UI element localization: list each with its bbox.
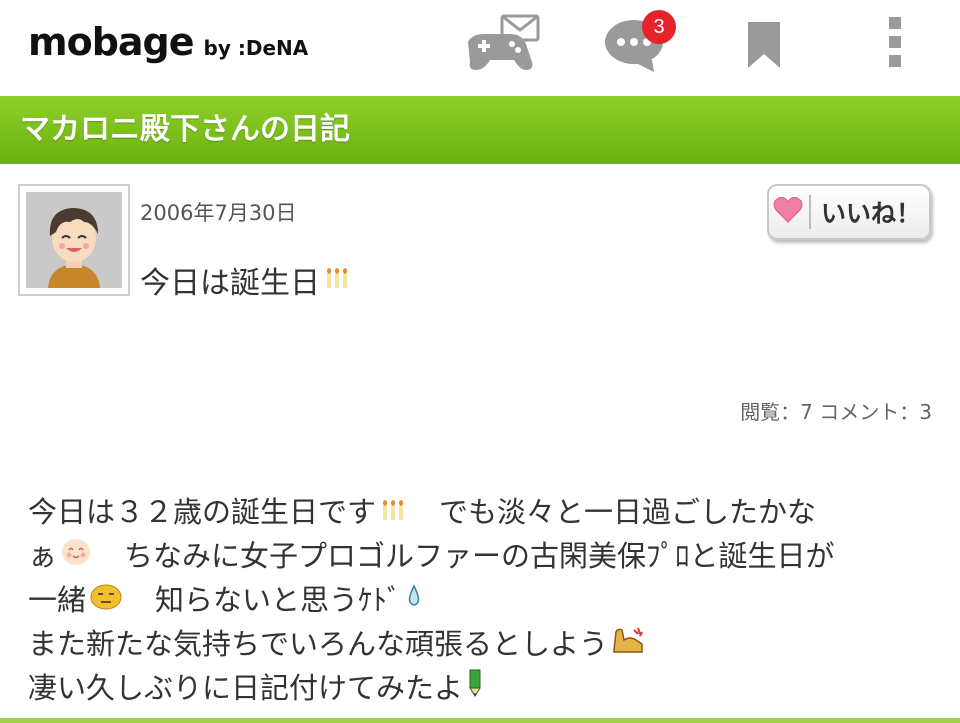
body-line: また新たな気持ちでいろんな頑張るとしよう (28, 622, 938, 666)
message-count-badge: 3 (642, 10, 676, 44)
entry-title-row: 今日は誕生日 (140, 258, 354, 302)
pencil-icon (467, 666, 483, 710)
diary-title-bar: マカロニ殿下さんの日記 (0, 96, 960, 164)
page-title: マカロニ殿下さんの日記 (20, 112, 350, 147)
mobage-logo[interactable]: mobage by :DeNA (28, 20, 308, 64)
sweat-drop-icon (406, 578, 422, 622)
body-line: 一緒 知らないと思うｹﾄﾞ (28, 578, 938, 622)
body-line: 今日は３２歳の誕生日です でも淡々と一日過ごしたかな (28, 490, 938, 534)
entry-date: 2006年7月30日 (140, 201, 297, 225)
logo-by-text: by :DeNA (203, 36, 309, 60)
body-text: 知らないと思うｹﾄﾞ (126, 583, 402, 617)
like-divider (809, 195, 811, 229)
body-line: ぁ ちなみに女子プロゴルファーの古閑美保ﾌﾟﾛと誕生日が (28, 534, 938, 578)
smiling-face-icon (61, 534, 91, 578)
logo-text: mobage (28, 20, 195, 64)
body-text: 凄い久しぶりに日記付けてみたよ (28, 671, 464, 705)
avatar-image (26, 192, 122, 288)
top-bar: mobage by :DeNA 3 (0, 0, 960, 96)
like-button[interactable]: いいね！ (767, 184, 931, 240)
entry-title: 今日は誕生日 (140, 266, 320, 301)
more-vert-icon[interactable] (882, 16, 908, 68)
heart-icon (773, 196, 803, 228)
body-text: また新たな気持ちでいろんな頑張るとしよう (28, 627, 609, 661)
body-text: ぁ (28, 539, 58, 573)
body-text: 今日は３２歳の誕生日です (28, 495, 377, 529)
like-label: いいね！ (821, 199, 922, 228)
game-mail-icon[interactable] (462, 14, 542, 74)
chat-icon[interactable]: 3 (604, 10, 676, 72)
candles-icon (380, 490, 406, 534)
body-text: 一緒 (28, 583, 87, 617)
flexed-arm-icon (612, 622, 644, 666)
bookmark-icon[interactable] (746, 20, 782, 72)
body-line: 凄い久しぶりに日記付けてみたよ (28, 666, 938, 710)
entry-body: 今日は３２歳の誕生日です でも淡々と一日過ごしたかな ぁ ちなみに女子プロゴルフ… (28, 490, 938, 710)
body-text: ちなみに女子プロゴルファーの古閑美保ﾌﾟﾛと誕生日が (95, 539, 835, 573)
view-comment-stats: 閲覧：7 コメント：3 (740, 400, 932, 424)
candles-icon (324, 263, 350, 298)
bottom-divider (0, 718, 960, 723)
body-text: でも淡々と一日過ごしたかな (410, 495, 817, 529)
worried-face-icon (90, 578, 122, 622)
avatar[interactable] (18, 184, 130, 296)
